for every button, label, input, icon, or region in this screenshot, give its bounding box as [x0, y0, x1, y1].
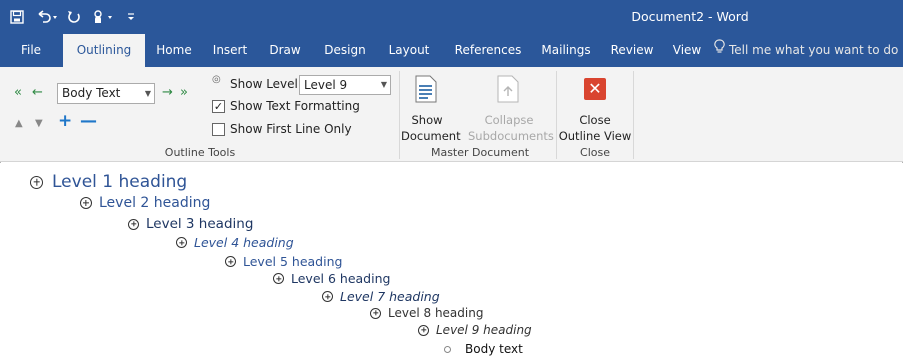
group-separator	[556, 71, 557, 159]
expand-heading-icon[interactable]	[273, 273, 284, 284]
collapse-line2: Subdocuments	[468, 129, 554, 143]
collapse-subdocuments-icon	[497, 75, 519, 103]
outline-text: Level 6 heading	[291, 271, 391, 286]
outline-item-level-9[interactable]: Level 9 heading	[418, 323, 532, 337]
outline-item-level-7[interactable]: Level 7 heading	[322, 289, 440, 304]
outline-level-select[interactable]: Body Text ▼	[57, 83, 155, 104]
outline-text: Body text	[465, 342, 523, 356]
outline-item-body-text[interactable]: Body text	[444, 342, 523, 356]
outline-item-level-5[interactable]: Level 5 heading	[225, 254, 342, 269]
ribbon-outlining: « ← Body Text ▼ → » ▲ ▼ + — ◎ Show Level…	[0, 67, 903, 162]
expand-heading-icon[interactable]	[80, 197, 92, 209]
outline-document[interactable]: Level 1 heading Level 2 heading Level 3 …	[0, 163, 903, 362]
show-level-select[interactable]: Level 9 ▼	[299, 75, 391, 95]
close-icon[interactable]: ✕	[584, 78, 606, 100]
tab-layout[interactable]: Layout	[384, 34, 434, 67]
group-separator	[399, 71, 400, 159]
show-first-line-only-checkbox[interactable]	[212, 123, 225, 136]
outline-text: Level 4 heading	[194, 235, 294, 250]
ribbon-tab-bar: File Outlining Home Insert Draw Design L…	[0, 34, 903, 67]
document-title: Document2 - Word	[631, 9, 749, 24]
outline-level-value: Body Text	[62, 86, 121, 100]
show-first-line-only-label: Show First Line Only	[230, 122, 352, 136]
close-line2: Outline View	[558, 129, 632, 143]
save-icon[interactable]	[6, 0, 28, 34]
tab-home[interactable]: Home	[151, 34, 197, 67]
show-document-button[interactable]: Show Document	[401, 112, 461, 144]
outline-item-level-8[interactable]: Level 8 heading	[370, 306, 483, 320]
outline-item-level-4[interactable]: Level 4 heading	[176, 235, 294, 250]
promote-to-heading1-icon[interactable]: «	[14, 85, 22, 101]
show-text-formatting-checkbox[interactable]: ✓	[212, 100, 225, 113]
tab-outlining[interactable]: Outlining	[63, 34, 145, 67]
expand-heading-icon[interactable]	[176, 237, 187, 248]
close-outline-view-button[interactable]: Close Outline View	[558, 112, 632, 144]
expand-heading-icon[interactable]	[418, 324, 429, 336]
show-level-label: Show Level:	[230, 77, 302, 91]
move-up-icon[interactable]: ▲	[15, 116, 23, 132]
tab-design[interactable]: Design	[318, 34, 372, 67]
undo-icon[interactable]	[33, 0, 61, 34]
show-document-icon[interactable]	[415, 75, 437, 103]
outline-text: Level 5 heading	[243, 254, 343, 269]
tell-me-box[interactable]: Tell me what you want to do	[714, 34, 898, 67]
expand-icon[interactable]: +	[58, 113, 72, 130]
outline-item-level-1[interactable]: Level 1 heading	[30, 172, 187, 192]
customize-qat-icon[interactable]	[120, 0, 142, 34]
group-label-close: Close	[580, 146, 610, 159]
tab-references[interactable]: References	[448, 34, 528, 67]
collapse-icon[interactable]: —	[80, 113, 97, 130]
title-bar: Document2 - Word	[0, 0, 903, 34]
expand-heading-icon[interactable]	[322, 291, 333, 302]
show-level-icon: ◎	[212, 74, 221, 85]
outline-text: Level 7 heading	[340, 289, 440, 304]
expand-heading-icon[interactable]	[128, 218, 139, 230]
tab-insert[interactable]: Insert	[209, 34, 251, 67]
close-line1: Close	[579, 113, 611, 127]
expand-heading-icon[interactable]	[30, 175, 43, 189]
group-label-master-document: Master Document	[430, 146, 530, 159]
outline-text: Level 8 heading	[388, 306, 484, 320]
collapse-subdocuments-button[interactable]: Collapse Subdocuments	[468, 112, 554, 144]
group-separator	[633, 71, 634, 159]
tab-mailings[interactable]: Mailings	[535, 34, 597, 67]
move-down-icon[interactable]: ▼	[35, 116, 43, 132]
chevron-down-icon: ▼	[380, 80, 387, 89]
tab-review[interactable]: Review	[606, 34, 658, 67]
outline-item-level-6[interactable]: Level 6 heading	[273, 271, 390, 286]
tab-view[interactable]: View	[668, 34, 706, 67]
chevron-down-icon: ▼	[144, 89, 151, 98]
lightbulb-icon	[714, 34, 725, 67]
body-text-bullet-icon	[444, 345, 451, 353]
outline-text: Level 2 heading	[99, 195, 211, 211]
outline-text: Level 3 heading	[146, 216, 254, 232]
tell-me-text: Tell me what you want to do	[729, 43, 899, 57]
tab-draw[interactable]: Draw	[265, 34, 305, 67]
expand-heading-icon[interactable]	[225, 256, 236, 267]
tab-file[interactable]: File	[14, 34, 48, 67]
show-document-line1: Show	[411, 113, 443, 127]
outline-text: Level 1 heading	[52, 172, 188, 192]
expand-heading-icon[interactable]	[370, 307, 381, 319]
show-level-value: Level 9	[304, 78, 348, 92]
outline-item-level-3[interactable]: Level 3 heading	[128, 216, 253, 232]
touch-mode-icon[interactable]	[88, 0, 120, 34]
outline-text: Level 9 heading	[436, 323, 532, 337]
outline-item-level-2[interactable]: Level 2 heading	[80, 195, 210, 211]
redo-icon[interactable]	[63, 0, 85, 34]
show-text-formatting-label: Show Text Formatting	[230, 99, 360, 113]
show-document-line2: Document	[401, 129, 461, 143]
group-label-outline-tools: Outline Tools	[164, 146, 236, 159]
demote-icon[interactable]: →	[162, 85, 173, 101]
promote-icon[interactable]: ←	[32, 85, 43, 101]
demote-to-body-text-icon[interactable]: »	[180, 85, 188, 101]
collapse-line1: Collapse	[484, 113, 534, 127]
